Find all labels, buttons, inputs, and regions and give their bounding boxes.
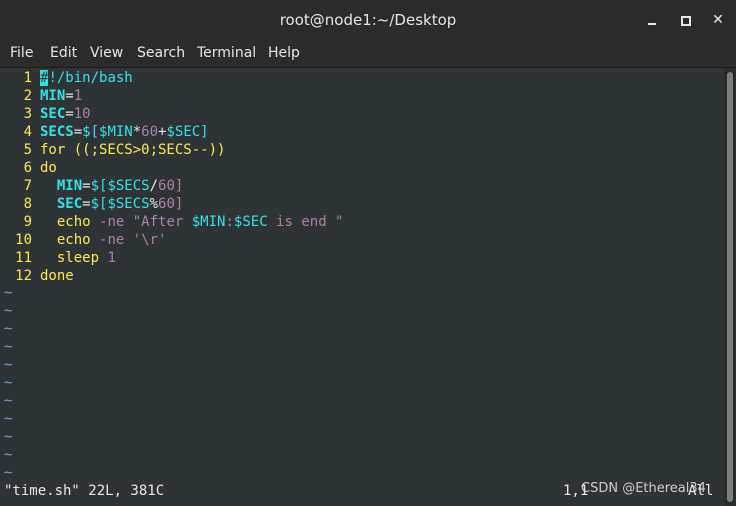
code-token: $SEC bbox=[233, 214, 268, 230]
code-token: 10 bbox=[73, 106, 91, 122]
code-token: MIN bbox=[56, 178, 83, 194]
code-line: 5 for ((;SECS>0;SECS--)) bbox=[0, 141, 226, 159]
code-line: 10 echo -ne '\r' bbox=[0, 231, 166, 249]
code-line: 4 SECS=$[$MIN*60+$SEC] bbox=[0, 123, 209, 141]
code-token: -ne bbox=[99, 232, 133, 248]
watermark: CSDN @Ethereal34 bbox=[581, 481, 706, 496]
line-number: 11 bbox=[15, 250, 32, 266]
code-token: = bbox=[82, 196, 91, 212]
code-line: 1 #!/bin/bash bbox=[0, 69, 133, 87]
empty-line-tilde: ~ bbox=[4, 411, 13, 427]
line-number: 1 bbox=[23, 70, 32, 86]
menu-file[interactable]: File bbox=[10, 45, 33, 61]
code-token: do bbox=[40, 160, 57, 176]
empty-line-tilde: ~ bbox=[4, 339, 13, 355]
menu-help[interactable]: Help bbox=[268, 45, 300, 61]
empty-line-tilde: ~ bbox=[4, 285, 13, 301]
code-token: = bbox=[65, 106, 74, 122]
code-token: : bbox=[225, 214, 234, 230]
code-line: 9 echo -ne "After $MIN:$SEC is end " bbox=[0, 213, 344, 231]
code-line: 7 MIN=$[$SECS/60] bbox=[0, 177, 184, 195]
title-bar[interactable]: root@node1:~/Desktop ✕ bbox=[0, 0, 736, 40]
code-token: -ne bbox=[99, 214, 133, 230]
maximize-icon[interactable] bbox=[674, 9, 696, 31]
empty-line-tilde: ~ bbox=[4, 321, 13, 337]
code-token: % bbox=[149, 196, 159, 212]
code-token: * bbox=[132, 124, 142, 140]
terminal-window: root@node1:~/Desktop ✕ File Edit View Se… bbox=[0, 0, 736, 506]
code-token: '\r' bbox=[132, 232, 167, 248]
code-token: MIN bbox=[40, 88, 66, 104]
code-token: "After bbox=[132, 214, 192, 230]
code-token: SEC bbox=[56, 196, 83, 212]
code-token: 1 bbox=[107, 250, 116, 266]
close-icon[interactable]: ✕ bbox=[707, 9, 729, 31]
empty-line-tilde: ~ bbox=[4, 447, 13, 463]
menu-bar: File Edit View Search Terminal Help bbox=[0, 40, 736, 68]
empty-line-tilde: ~ bbox=[4, 393, 13, 409]
code-token: sleep bbox=[40, 250, 108, 266]
empty-line-tilde: ~ bbox=[4, 375, 13, 391]
scrollbar-thumb[interactable] bbox=[727, 72, 733, 502]
code-token: 60] bbox=[158, 178, 184, 194]
code-token: / bbox=[149, 178, 159, 194]
line-number: 12 bbox=[15, 268, 32, 284]
empty-line-tilde: ~ bbox=[4, 303, 13, 319]
code-line: 2 MIN=1 bbox=[0, 87, 83, 105]
menu-search[interactable]: Search bbox=[137, 45, 185, 61]
line-number: 3 bbox=[23, 106, 32, 122]
code-line: 8 SEC=$[$SECS%60] bbox=[0, 195, 184, 213]
line-number: 4 bbox=[23, 124, 32, 140]
vim-editor[interactable]: 1 #!/bin/bash 2 MIN=1 3 SEC=10 4 SECS=$[$MIN*60… bbox=[0, 68, 724, 506]
code-token: = bbox=[82, 178, 91, 194]
code-line: 6 do bbox=[0, 159, 57, 177]
menu-view[interactable]: View bbox=[90, 45, 123, 61]
line-number: 6 bbox=[23, 160, 32, 176]
code-token: 60] bbox=[158, 196, 184, 212]
code-token: for ((;SECS>0;SECS--)) bbox=[40, 142, 226, 158]
line-number: 5 bbox=[23, 142, 32, 158]
window-title: root@node1:~/Desktop bbox=[279, 11, 457, 29]
code-token: $[$SECS bbox=[90, 196, 150, 212]
empty-line-tilde: ~ bbox=[4, 357, 13, 373]
code-token: echo bbox=[40, 214, 100, 230]
code-token: $SEC] bbox=[166, 124, 209, 140]
code-token: 1 bbox=[73, 88, 83, 104]
file-message: "time.sh" 22L, 381C bbox=[4, 483, 165, 499]
code-line: 12 done bbox=[0, 267, 74, 285]
code-token: 60 bbox=[141, 124, 159, 140]
empty-line-tilde: ~ bbox=[4, 429, 13, 445]
code-line: 3 SEC=10 bbox=[0, 105, 91, 123]
menu-edit[interactable]: Edit bbox=[50, 45, 77, 61]
code-line: 11 sleep 1 bbox=[0, 249, 116, 267]
minimize-icon[interactable] bbox=[641, 9, 663, 31]
line-number: 7 bbox=[23, 178, 32, 194]
code-token: !/bin/bash bbox=[48, 70, 133, 86]
empty-line-tilde: ~ bbox=[4, 465, 13, 481]
code-token: = bbox=[65, 88, 74, 104]
code-token: = bbox=[73, 124, 83, 140]
code-token: $[$MIN bbox=[82, 124, 133, 140]
code-token: done bbox=[40, 268, 74, 284]
menu-terminal[interactable]: Terminal bbox=[197, 45, 256, 61]
scrollbar[interactable] bbox=[724, 68, 736, 506]
code-token: echo bbox=[40, 232, 100, 248]
code-token: $[$SECS bbox=[90, 178, 150, 194]
line-number: 2 bbox=[23, 88, 32, 104]
code-token: $MIN bbox=[191, 214, 226, 230]
code-token: is end " bbox=[267, 214, 344, 230]
line-number: 10 bbox=[15, 232, 32, 248]
code-token: SEC bbox=[40, 106, 66, 122]
code-token: SECS bbox=[40, 124, 74, 140]
line-number: 8 bbox=[23, 196, 32, 212]
line-number: 9 bbox=[23, 214, 32, 230]
